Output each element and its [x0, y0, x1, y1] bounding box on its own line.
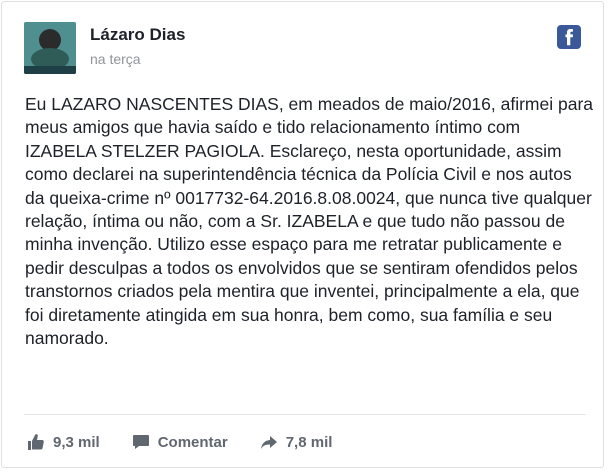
like-button[interactable]: 9,3 mil — [25, 431, 100, 453]
post-message: Eu LAZARO NASCENTES DIAS, em meados de m… — [25, 94, 594, 349]
post-header: Lázaro Dias na terça — [2, 2, 603, 86]
post-actions: 9,3 mil Comentar 7,8 mil — [25, 428, 362, 456]
facebook-f-icon — [565, 29, 573, 46]
comment-button[interactable]: Comentar — [130, 431, 228, 453]
comment-bubble-icon — [130, 431, 152, 453]
author-avatar[interactable] — [24, 22, 76, 74]
author-name[interactable]: Lázaro Dias — [90, 25, 185, 45]
share-count: 7,8 mil — [285, 433, 333, 451]
like-count: 9,3 mil — [53, 433, 100, 451]
thumbs-up-icon — [25, 431, 47, 453]
post-card: Lázaro Dias na terça Eu LAZARO NASCENTES… — [1, 1, 604, 468]
share-arrow-icon — [258, 431, 280, 453]
actions-divider — [24, 414, 586, 415]
comment-label: Comentar — [157, 433, 228, 451]
post-timestamp[interactable]: na terça — [90, 51, 141, 67]
avatar-image-icon — [24, 22, 76, 74]
facebook-icon — [557, 25, 581, 49]
share-button[interactable]: 7,8 mil — [258, 431, 333, 453]
